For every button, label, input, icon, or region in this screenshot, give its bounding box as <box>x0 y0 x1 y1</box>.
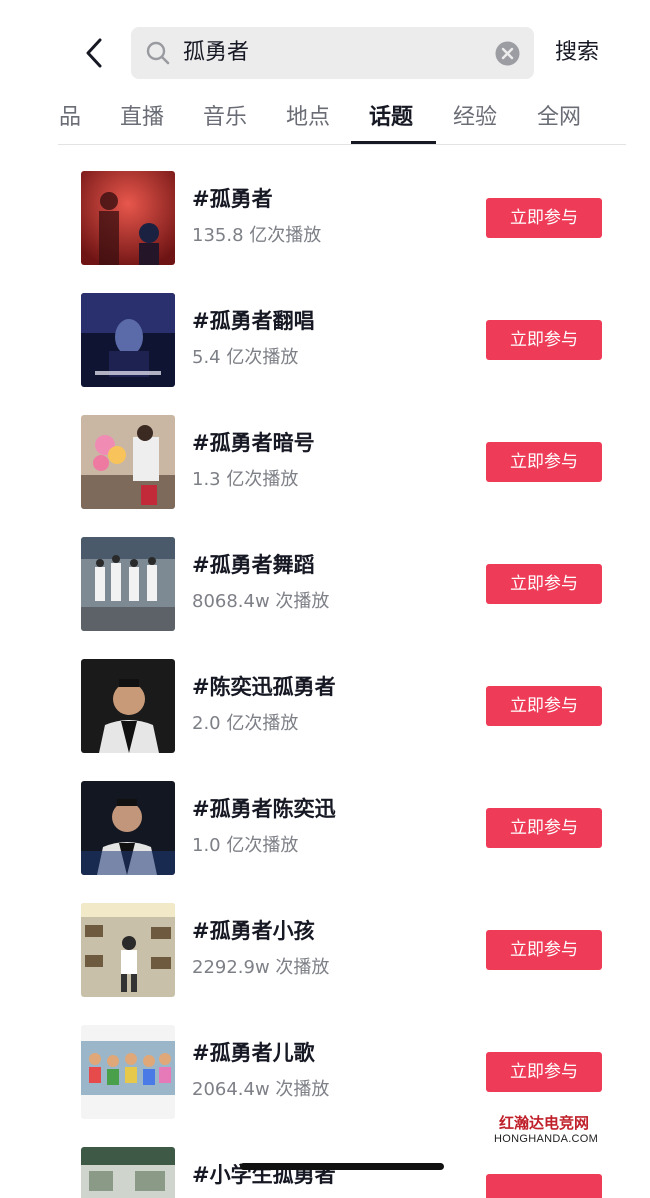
topic-thumbnail <box>81 1147 175 1198</box>
join-button[interactable]: 立即参与 <box>486 686 602 726</box>
watermark-domain: HONGHANDA.COM <box>494 1133 599 1145</box>
topic-title: #孤勇者舞蹈 <box>192 553 315 577</box>
category-tabs: 品 直播 音乐 地点 话题 经验 全网 <box>0 98 650 146</box>
home-indicator[interactable] <box>240 1163 444 1170</box>
topic-play-count: 2292.9w 次播放 <box>192 957 330 978</box>
top-bar: 孤勇者 搜索 <box>0 0 650 100</box>
search-icon <box>145 40 171 66</box>
topic-row[interactable]: #孤勇者 135.8 亿次播放 立即参与 <box>0 148 650 270</box>
topic-row[interactable]: #孤勇者陈奕迅 1.0 亿次播放 立即参与 <box>0 758 650 880</box>
topic-thumbnail <box>81 171 175 265</box>
topic-row[interactable]: #孤勇者翻唱 5.4 亿次播放 立即参与 <box>0 270 650 392</box>
join-button[interactable]: 立即参与 <box>486 442 602 482</box>
clear-icon[interactable] <box>495 41 520 66</box>
topic-play-count: 1.0 亿次播放 <box>192 835 299 856</box>
search-button[interactable]: 搜索 <box>555 36 599 70</box>
topic-title: #孤勇者翻唱 <box>192 309 315 333</box>
search-input[interactable]: 孤勇者 <box>131 27 534 79</box>
topic-title: #孤勇者儿歌 <box>192 1041 315 1065</box>
tab-music[interactable]: 音乐 <box>203 100 247 136</box>
tab-web[interactable]: 全网 <box>537 100 581 136</box>
watermark-brand: 红瀚达电竞网 <box>498 1114 589 1132</box>
topic-thumbnail <box>81 1025 175 1119</box>
tab-live[interactable]: 直播 <box>120 100 164 136</box>
join-button[interactable]: 立即参与 <box>486 320 602 360</box>
topic-row[interactable]: #孤勇者儿歌 2064.4w 次播放 立即参与 <box>0 1002 650 1124</box>
topic-play-count: 2.0 亿次播放 <box>192 713 299 734</box>
site-watermark: 红瀚达电竞网 HONGHANDA.COM <box>494 1114 599 1146</box>
topic-thumbnail <box>81 659 175 753</box>
topic-title: #孤勇者 <box>192 187 273 211</box>
topic-title: #孤勇者陈奕迅 <box>192 797 336 821</box>
tab-products[interactable]: 品 <box>59 100 81 136</box>
topic-play-count: 1.3 亿次播放 <box>192 469 299 490</box>
join-button[interactable]: 立即参与 <box>486 564 602 604</box>
tab-experience[interactable]: 经验 <box>453 100 497 136</box>
back-arrow-icon[interactable] <box>80 36 110 70</box>
tab-places[interactable]: 地点 <box>286 100 330 136</box>
tab-topics[interactable]: 话题 <box>369 100 413 136</box>
topic-play-count: 2064.4w 次播放 <box>192 1079 330 1100</box>
join-button[interactable] <box>486 1174 602 1198</box>
topic-thumbnail <box>81 415 175 509</box>
topic-play-count: 8068.4w 次播放 <box>192 591 330 612</box>
topic-thumbnail <box>81 781 175 875</box>
topic-thumbnail <box>81 903 175 997</box>
topic-thumbnail <box>81 537 175 631</box>
join-button[interactable]: 立即参与 <box>486 930 602 970</box>
topic-row[interactable]: #孤勇者小孩 2292.9w 次播放 立即参与 <box>0 880 650 1002</box>
search-query-text[interactable]: 孤勇者 <box>183 37 249 69</box>
topic-play-count: 5.4 亿次播放 <box>192 347 299 368</box>
topic-thumbnail <box>81 293 175 387</box>
join-button[interactable]: 立即参与 <box>486 198 602 238</box>
tabs-divider <box>58 144 626 145</box>
join-button[interactable]: 立即参与 <box>486 1052 602 1092</box>
topic-title: #孤勇者小孩 <box>192 919 315 943</box>
topic-row[interactable]: #孤勇者舞蹈 8068.4w 次播放 立即参与 <box>0 514 650 636</box>
join-button[interactable]: 立即参与 <box>486 808 602 848</box>
topic-play-count: 135.8 亿次播放 <box>192 225 322 246</box>
topic-row[interactable]: #孤勇者暗号 1.3 亿次播放 立即参与 <box>0 392 650 514</box>
topic-row[interactable]: #陈奕迅孤勇者 2.0 亿次播放 立即参与 <box>0 636 650 758</box>
topic-title: #孤勇者暗号 <box>192 431 315 455</box>
topic-title: #陈奕迅孤勇者 <box>192 675 336 699</box>
